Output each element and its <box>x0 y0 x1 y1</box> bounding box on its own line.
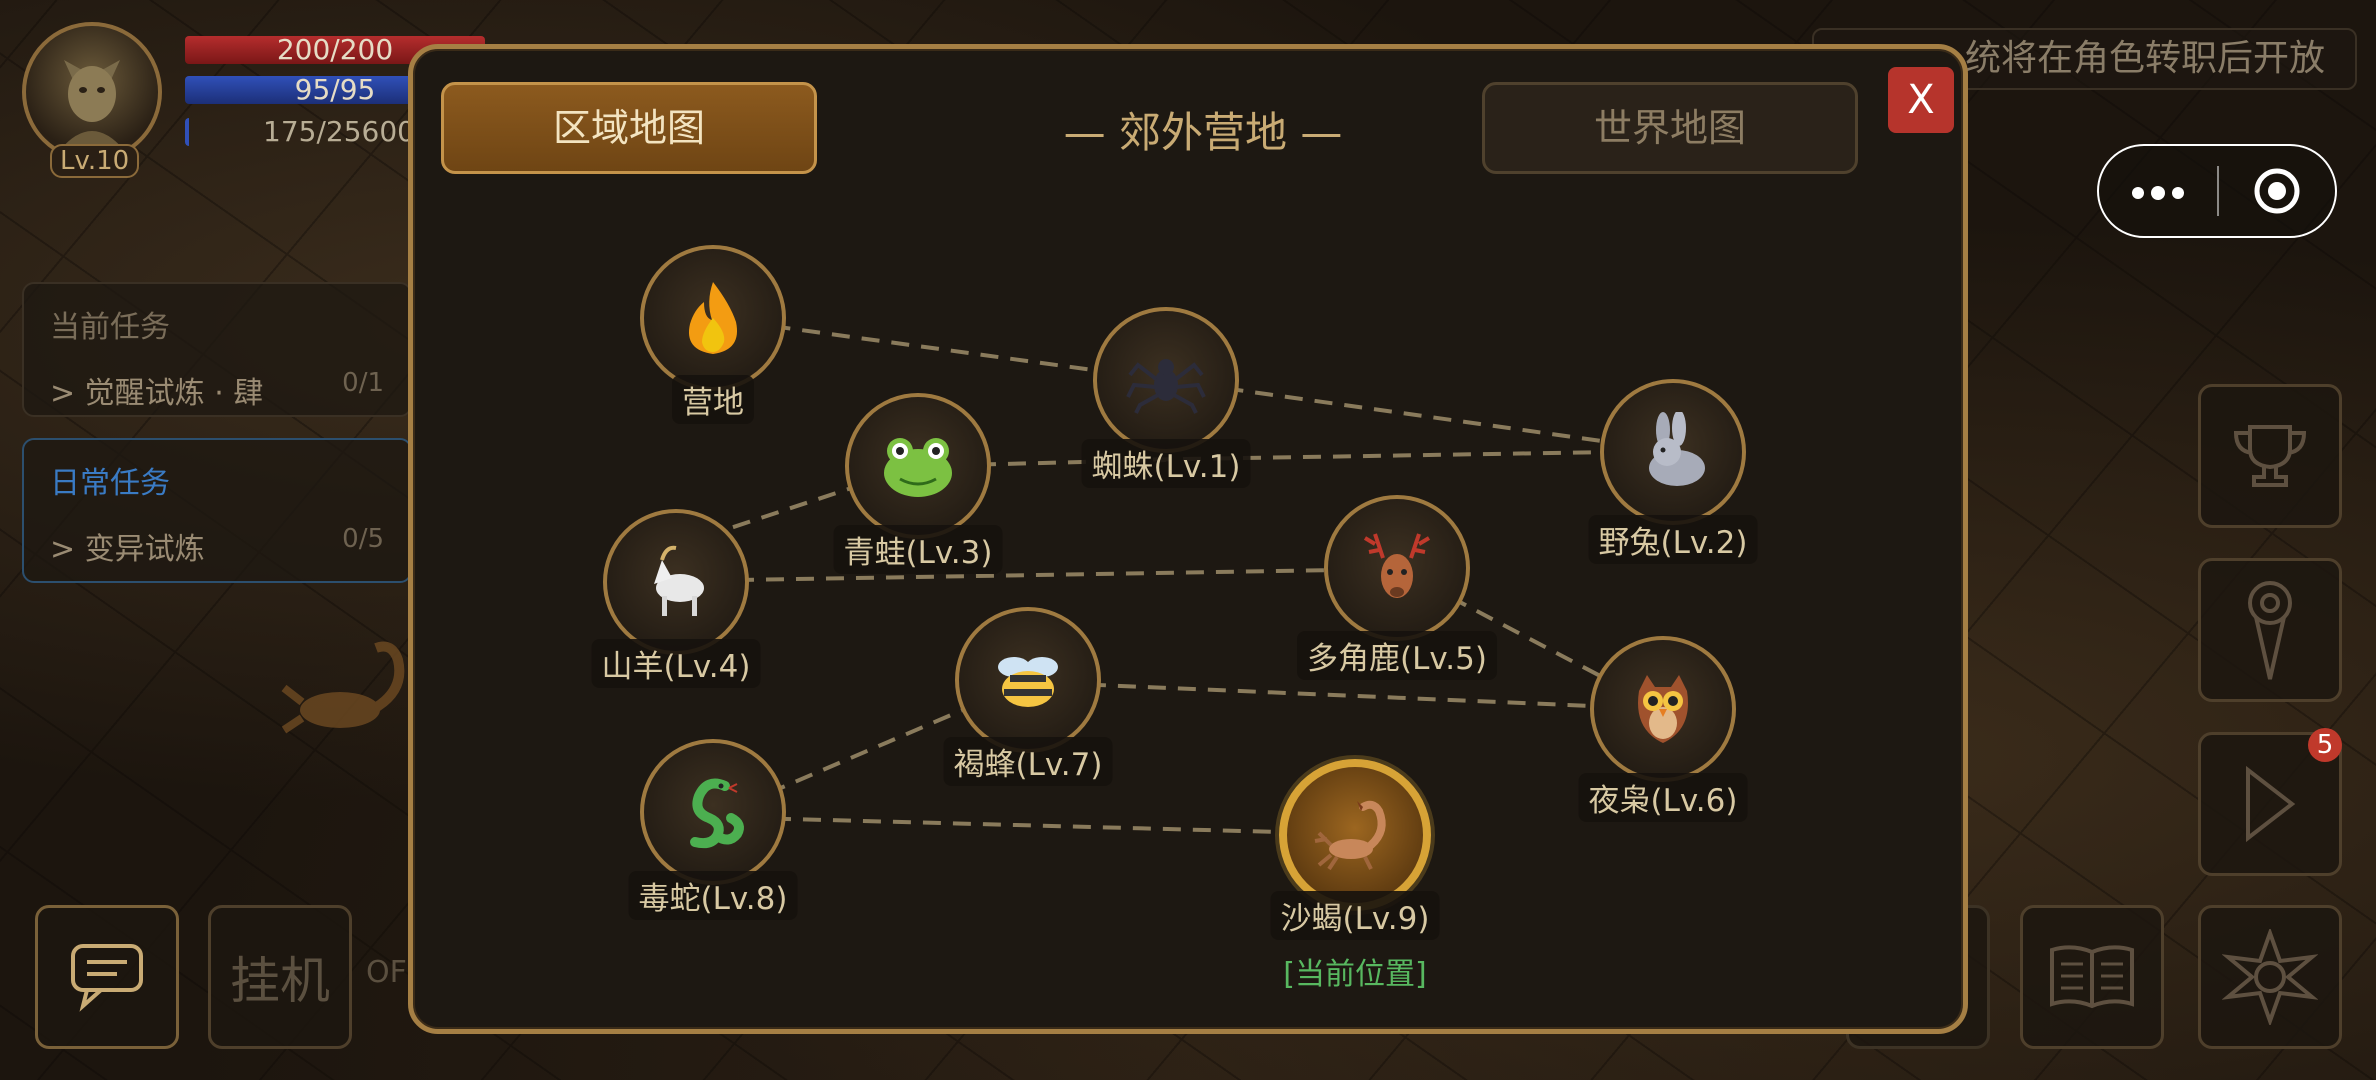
map-node-scorpion-current[interactable] <box>1279 759 1431 911</box>
miniprogram-capsule <box>2097 144 2337 238</box>
spider-icon <box>1126 359 1206 414</box>
path-goat-deer <box>675 567 1398 583</box>
idle-status-text: OF <box>366 955 407 990</box>
map-node-owl[interactable] <box>1590 636 1736 782</box>
compass-icon <box>2222 929 2318 1025</box>
daily-quest-title: 日常任务 <box>50 466 170 501</box>
scorpion-background-icon <box>281 641 405 734</box>
snake-icon <box>690 778 744 849</box>
book-button[interactable] <box>2020 905 2164 1049</box>
map-node-goat[interactable] <box>603 509 749 655</box>
map-node-label: 沙蝎(Lv.9) <box>1270 891 1440 940</box>
map-node-spider[interactable] <box>1093 307 1239 453</box>
map-node-camp[interactable] <box>640 245 786 391</box>
map-node-label: 夜枭(Lv.6) <box>1578 773 1748 822</box>
trophy-icon <box>2233 425 2307 487</box>
region-map-dialog: 区域地图 — 郊外营地 — 世界地图 X 营地 蜘蛛(Lv.1) 野兔(Lv.2… <box>408 44 1968 1034</box>
daily-quest-item: > 变异试炼 0/5 <box>50 524 384 568</box>
current-location-tag: [当前位置] <box>1283 957 1427 992</box>
map-node-label: 青蛙(Lv.3) <box>833 525 1003 574</box>
scorpion-icon <box>1314 800 1386 871</box>
demon-portrait-icon <box>60 60 124 150</box>
trophy-button[interactable] <box>2198 384 2342 528</box>
close-miniprogram-button[interactable] <box>2219 166 2335 216</box>
compass-button[interactable] <box>2198 905 2342 1049</box>
map-node-label: 山羊(Lv.4) <box>591 639 761 688</box>
current-quest-item: > 觉醒试炼 · 肆 0/1 <box>50 368 384 412</box>
owl-icon <box>1638 675 1688 743</box>
book-icon <box>2050 945 2134 1009</box>
map-pin-icon <box>2248 581 2292 680</box>
player-avatar[interactable] <box>22 22 162 162</box>
map-node-label: 褐蜂(Lv.7) <box>943 737 1113 786</box>
map-node-label: 毒蛇(Lv.8) <box>628 871 798 920</box>
daily-quest-text: > 变异试炼 <box>50 532 205 567</box>
play-icon <box>2246 765 2296 843</box>
map-node-label: 野兔(Lv.2) <box>1588 515 1758 564</box>
map-node-label: 营地 <box>672 375 754 424</box>
target-circle-icon <box>2254 168 2300 214</box>
current-quest-count: 0/1 <box>342 368 384 398</box>
current-quest-panel[interactable]: 当前任务 > 觉醒试炼 · 肆 0/1 <box>22 282 412 417</box>
bee-icon <box>998 657 1058 707</box>
map-node-frog[interactable] <box>845 393 991 539</box>
map-node-deer[interactable] <box>1324 495 1470 641</box>
daily-quest-count: 0/5 <box>342 524 384 554</box>
map-node-bee[interactable] <box>955 607 1101 753</box>
deer-icon <box>1363 533 1431 598</box>
more-menu-button[interactable] <box>2099 174 2217 209</box>
path-bee-owl <box>1027 680 1664 711</box>
daily-quest-panel[interactable]: 日常任务 > 变异试炼 0/5 <box>22 438 412 583</box>
fire-icon <box>688 282 738 354</box>
map-node-label: 多角鹿(Lv.5) <box>1297 631 1497 680</box>
player-level-badge: Lv.10 <box>50 144 140 178</box>
chat-icon <box>71 944 143 1012</box>
map-node-rabbit[interactable] <box>1600 379 1746 525</box>
goat-icon <box>654 545 704 616</box>
idle-button[interactable]: 挂机 <box>208 905 352 1049</box>
map-node-label: 蜘蛛(Lv.1) <box>1081 439 1251 488</box>
notification-badge: 5 <box>2308 728 2342 762</box>
map-pin-button[interactable] <box>2198 558 2342 702</box>
current-quest-title: 当前任务 <box>50 310 170 345</box>
frog-icon <box>884 438 952 497</box>
rabbit-icon <box>1649 412 1705 486</box>
path-snake-scorpion <box>712 815 1356 836</box>
chat-button[interactable] <box>35 905 179 1049</box>
current-quest-text: > 觉醒试炼 · 肆 <box>50 376 264 411</box>
map-node-snake[interactable] <box>640 739 786 885</box>
more-dots-icon <box>2132 185 2184 200</box>
